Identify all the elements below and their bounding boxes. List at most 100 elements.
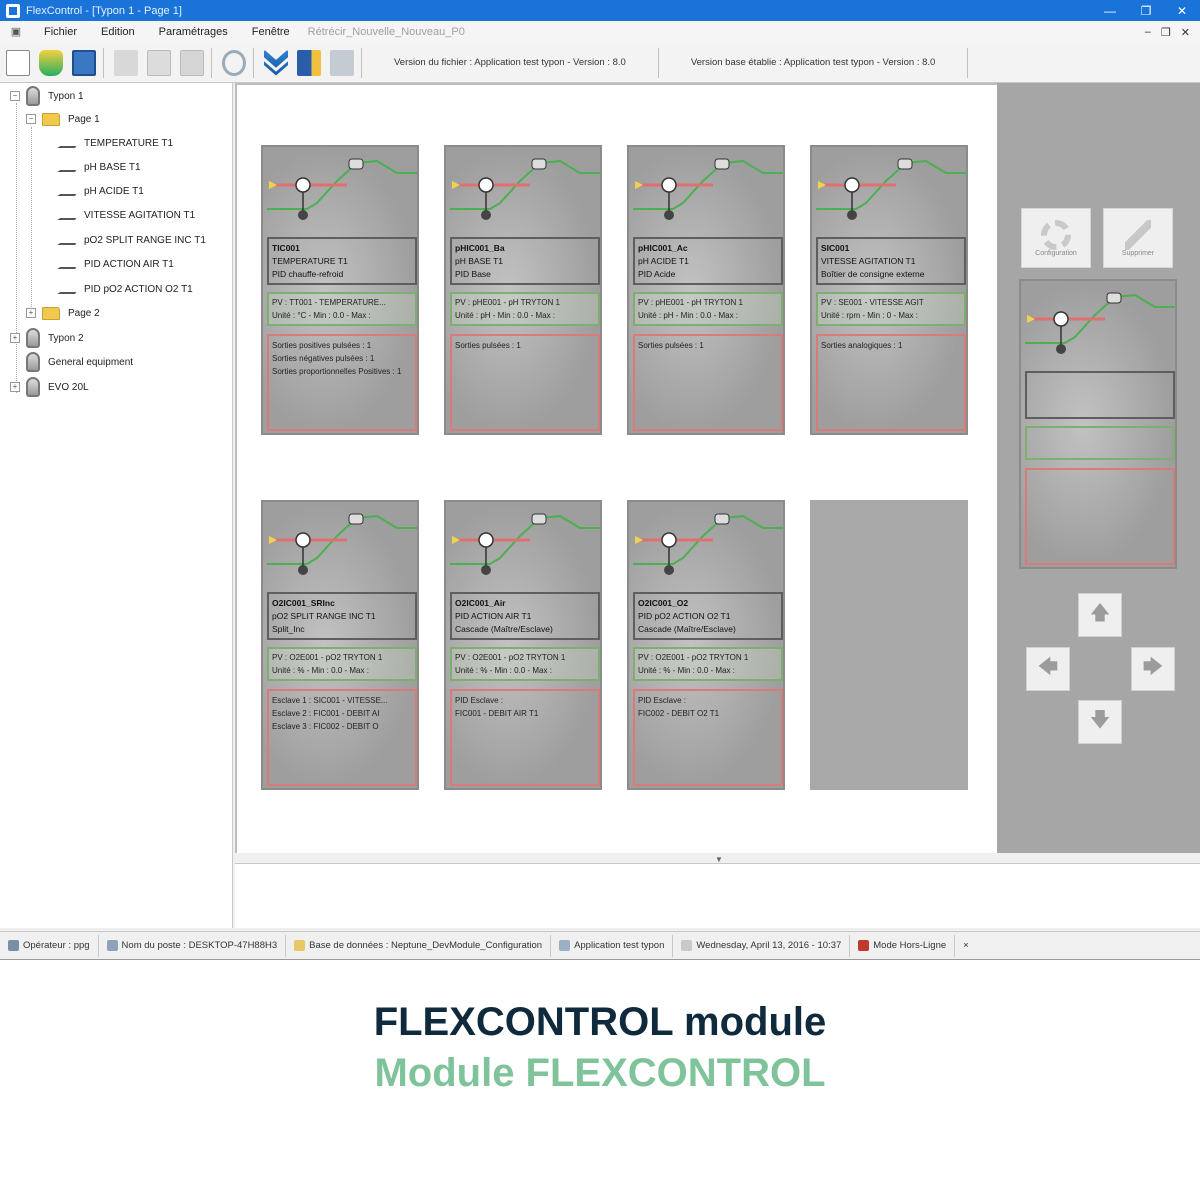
tank-symbol <box>531 513 547 525</box>
card-info-box: O2IC001_SRInc pO2 SPLIT RANGE INC T1 Split… <box>267 592 417 640</box>
input-arrow <box>635 181 643 189</box>
tree-expander[interactable]: − <box>26 114 36 124</box>
io-line: Sorties négatives pulsées : 1 <box>272 354 375 363</box>
menu-edition[interactable]: Edition <box>89 26 147 38</box>
output-panel <box>235 863 1200 928</box>
mdi-child-title: Rétrécir_Nouvelle_Nouveau_P0 <box>307 26 465 38</box>
io-line: Esclave 3 : FIC002 - DEBIT O <box>272 722 379 731</box>
tree-item-label: Typon 1 <box>48 90 84 102</box>
sensor-symbol <box>664 565 674 575</box>
tree-item-page-1[interactable]: − Page 1 <box>26 108 100 130</box>
tank-symbol <box>1106 292 1122 304</box>
tree-expander[interactable]: + <box>10 382 20 392</box>
remove-button[interactable]: Supprimer <box>1103 208 1173 268</box>
open-button[interactable] <box>36 47 66 79</box>
loop-card[interactable]: SIC001 VITESSE AGITATION T1 Boîtier de con… <box>810 145 968 435</box>
card-info-box: pHIC001_Ba pH BASE T1 PID Base <box>450 237 600 285</box>
menu-fenetre[interactable]: Fenêtre <box>240 26 302 38</box>
tree-item-loop[interactable]: PID pO2 ACTION O2 T1 <box>57 278 193 300</box>
download-button[interactable] <box>261 47 291 79</box>
io-line: PID Esclave : <box>638 696 687 705</box>
toolbar-separator <box>253 47 254 78</box>
loop-card[interactable]: pHIC001_Ac pH ACIDE T1 PID Acide PV : pHE00… <box>627 145 785 435</box>
tree-expander[interactable]: − <box>10 91 20 101</box>
tree-guide-line <box>16 103 17 393</box>
tree-item-page-2[interactable]: + Page 2 <box>26 302 100 324</box>
tree-expander[interactable]: + <box>26 308 36 318</box>
tree-item-general-equipment[interactable]: General equipment <box>26 351 133 373</box>
tank-symbol <box>714 513 730 525</box>
mdi-minimize-button[interactable]: – <box>1145 26 1151 39</box>
tree-item-loop[interactable]: pO2 SPLIT RANGE INC T1 <box>57 229 206 251</box>
sensor-symbol <box>298 210 308 220</box>
new-file-button[interactable] <box>3 47 33 79</box>
loop-diagram <box>816 158 966 220</box>
tree-item-loop[interactable]: TEMPERATURE T1 <box>57 132 173 154</box>
arrow-right-icon: 🡆 <box>1142 656 1164 678</box>
tree-item-typon-1[interactable]: − Typon 1 <box>10 85 84 107</box>
move-right-button[interactable]: 🡆 <box>1131 647 1175 691</box>
tree-expander[interactable]: + <box>10 333 20 343</box>
loop-card[interactable]: O2IC001_Air PID ACTION AIR T1 Cascade (Maî… <box>444 500 602 790</box>
sensor-symbol <box>481 565 491 575</box>
loop-card[interactable]: O2IC001_SRInc pO2 SPLIT RANGE INC T1 Split… <box>261 500 419 790</box>
caption-english: FLEXCONTROL module <box>373 1000 827 1044</box>
loop-tag: TIC001 <box>272 243 300 253</box>
pv-source: PV : pHE001 - pH TRYTON 1 <box>455 298 560 307</box>
move-up-button[interactable]: 🡅 <box>1078 593 1122 637</box>
card-info-box: O2IC001_Air PID ACTION AIR T1 Cascade (Maî… <box>450 592 600 640</box>
maximize-button[interactable]: ❐ <box>1128 0 1164 21</box>
loop-diagram <box>267 513 417 575</box>
status-station-text: Nom du poste : DESKTOP-47H88H3 <box>121 940 278 951</box>
pv-source: PV : SE001 - VITESSE AGIT <box>821 298 924 307</box>
io-line: Sorties pulsées : 1 <box>638 341 704 350</box>
cut-button[interactable] <box>111 47 141 79</box>
input-arrow <box>452 181 460 189</box>
controller-symbol <box>295 177 311 193</box>
io-line: FIC002 - DEBIT O2 T1 <box>638 709 720 718</box>
loop-name: VITESSE AGITATION T1 <box>821 256 916 266</box>
tree-item-evo-20l[interactable]: + EVO 20L <box>10 376 89 398</box>
move-left-button[interactable]: 🡄 <box>1026 647 1070 691</box>
tree-item-loop[interactable]: pH ACIDE T1 <box>57 180 144 202</box>
status-close[interactable]: × <box>955 935 977 957</box>
loop-card[interactable]: O2IC001_O2 PID pO2 ACTION O2 T1 Cascade (M… <box>627 500 785 790</box>
tree-item-loop[interactable]: PID ACTION AIR T1 <box>57 253 174 275</box>
menu-fichier[interactable]: Fichier <box>32 26 89 38</box>
mdi-window-icon[interactable]: ▣ <box>8 25 24 39</box>
import-button[interactable] <box>294 47 324 79</box>
tree-item-loop[interactable]: VITESSE AGITATION T1 <box>57 204 195 226</box>
pv-source: PV : pHE001 - pH TRYTON 1 <box>638 298 743 307</box>
template-card[interactable] <box>1019 279 1177 569</box>
configure-button[interactable]: Configuration <box>1021 208 1091 268</box>
loop-diagram <box>450 158 600 220</box>
card-io-box: PID Esclave : FIC002 - DEBIT O2 T1 <box>633 689 783 786</box>
toolbar-separator <box>211 47 212 78</box>
calendar-icon <box>681 940 693 951</box>
tree-item-loop[interactable]: pH BASE T1 <box>57 156 141 178</box>
loop-curve-icon <box>57 259 81 269</box>
mdi-restore-button[interactable]: ❐ <box>1161 26 1171 39</box>
export-button[interactable] <box>327 47 357 79</box>
close-button[interactable]: ✕ <box>1164 0 1200 21</box>
empty-card-slot[interactable] <box>810 500 968 790</box>
mdi-close-button[interactable]: ✕ <box>1181 26 1190 39</box>
paste-button[interactable] <box>177 47 207 79</box>
menu-parametrages[interactable]: Paramétrages <box>147 26 240 38</box>
minimize-button[interactable]: — <box>1092 0 1128 21</box>
loop-type: Split_Inc <box>272 624 305 634</box>
copy-button[interactable] <box>144 47 174 79</box>
scissors-icon <box>114 49 138 76</box>
input-arrow <box>818 181 826 189</box>
toolbar-separator <box>361 47 362 78</box>
mdi-controls: – ❐ ✕ <box>1145 26 1200 39</box>
tree-item-typon-2[interactable]: + Typon 2 <box>10 327 84 349</box>
template-pv-box <box>1025 426 1175 460</box>
move-down-button[interactable]: 🡇 <box>1078 700 1122 744</box>
pv-range: Unité : % - Min : 0.0 - Max : <box>272 666 369 675</box>
loop-card[interactable]: TIC001 TEMPERATURE T1 PID chauffe-refroid P… <box>261 145 419 435</box>
status-application: Application test typon <box>551 934 674 957</box>
refresh-button[interactable] <box>219 47 249 79</box>
loop-card[interactable]: pHIC001_Ba pH BASE T1 PID Base PV : pHE001 … <box>444 145 602 435</box>
save-button[interactable] <box>69 47 99 79</box>
